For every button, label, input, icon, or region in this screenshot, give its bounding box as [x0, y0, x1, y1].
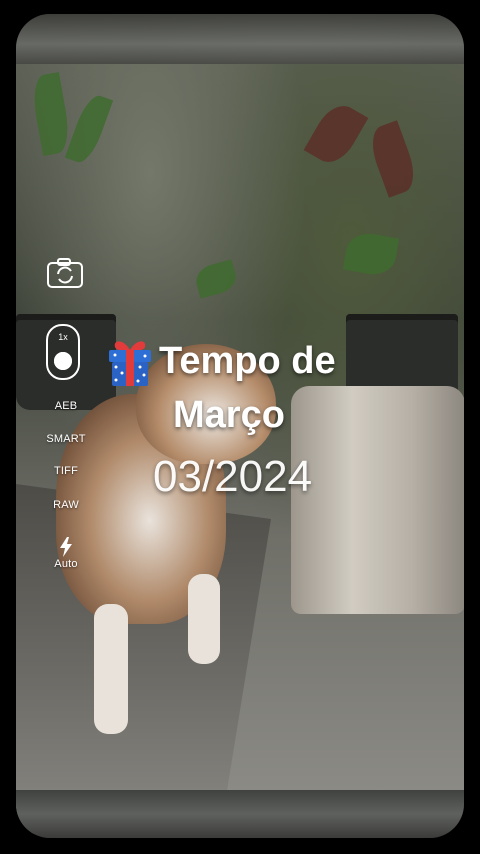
zoom-control[interactable]: 1x [46, 324, 80, 380]
raw-option[interactable]: RAW [30, 499, 102, 511]
plant-leaf [192, 259, 240, 299]
plant-leaf [365, 120, 421, 198]
camera-switch-icon[interactable] [46, 256, 86, 290]
title-line-2: Março [173, 394, 285, 436]
dog-leg [94, 604, 128, 734]
date-label: 03/2024 [153, 452, 313, 501]
plant-leaf [342, 229, 400, 279]
dog-leg [188, 574, 220, 664]
bottom-bar [16, 790, 464, 838]
tiff-option[interactable]: TIFF [30, 465, 102, 477]
flash-icon[interactable] [58, 536, 74, 558]
top-bar [16, 14, 464, 64]
zoom-label: 1x [58, 332, 68, 342]
smart-option[interactable]: SMART [30, 433, 102, 445]
tree-stump [291, 386, 464, 614]
plant-leaf [303, 98, 369, 170]
plant-leaf [29, 72, 73, 156]
title-line-1: Tempo de [159, 340, 336, 382]
gift-icon [105, 336, 155, 388]
flash-mode-label[interactable]: Auto [30, 558, 102, 570]
plant-leaf [64, 91, 114, 167]
zoom-lens-icon [54, 352, 72, 370]
aeb-option[interactable]: AEB [30, 400, 102, 412]
